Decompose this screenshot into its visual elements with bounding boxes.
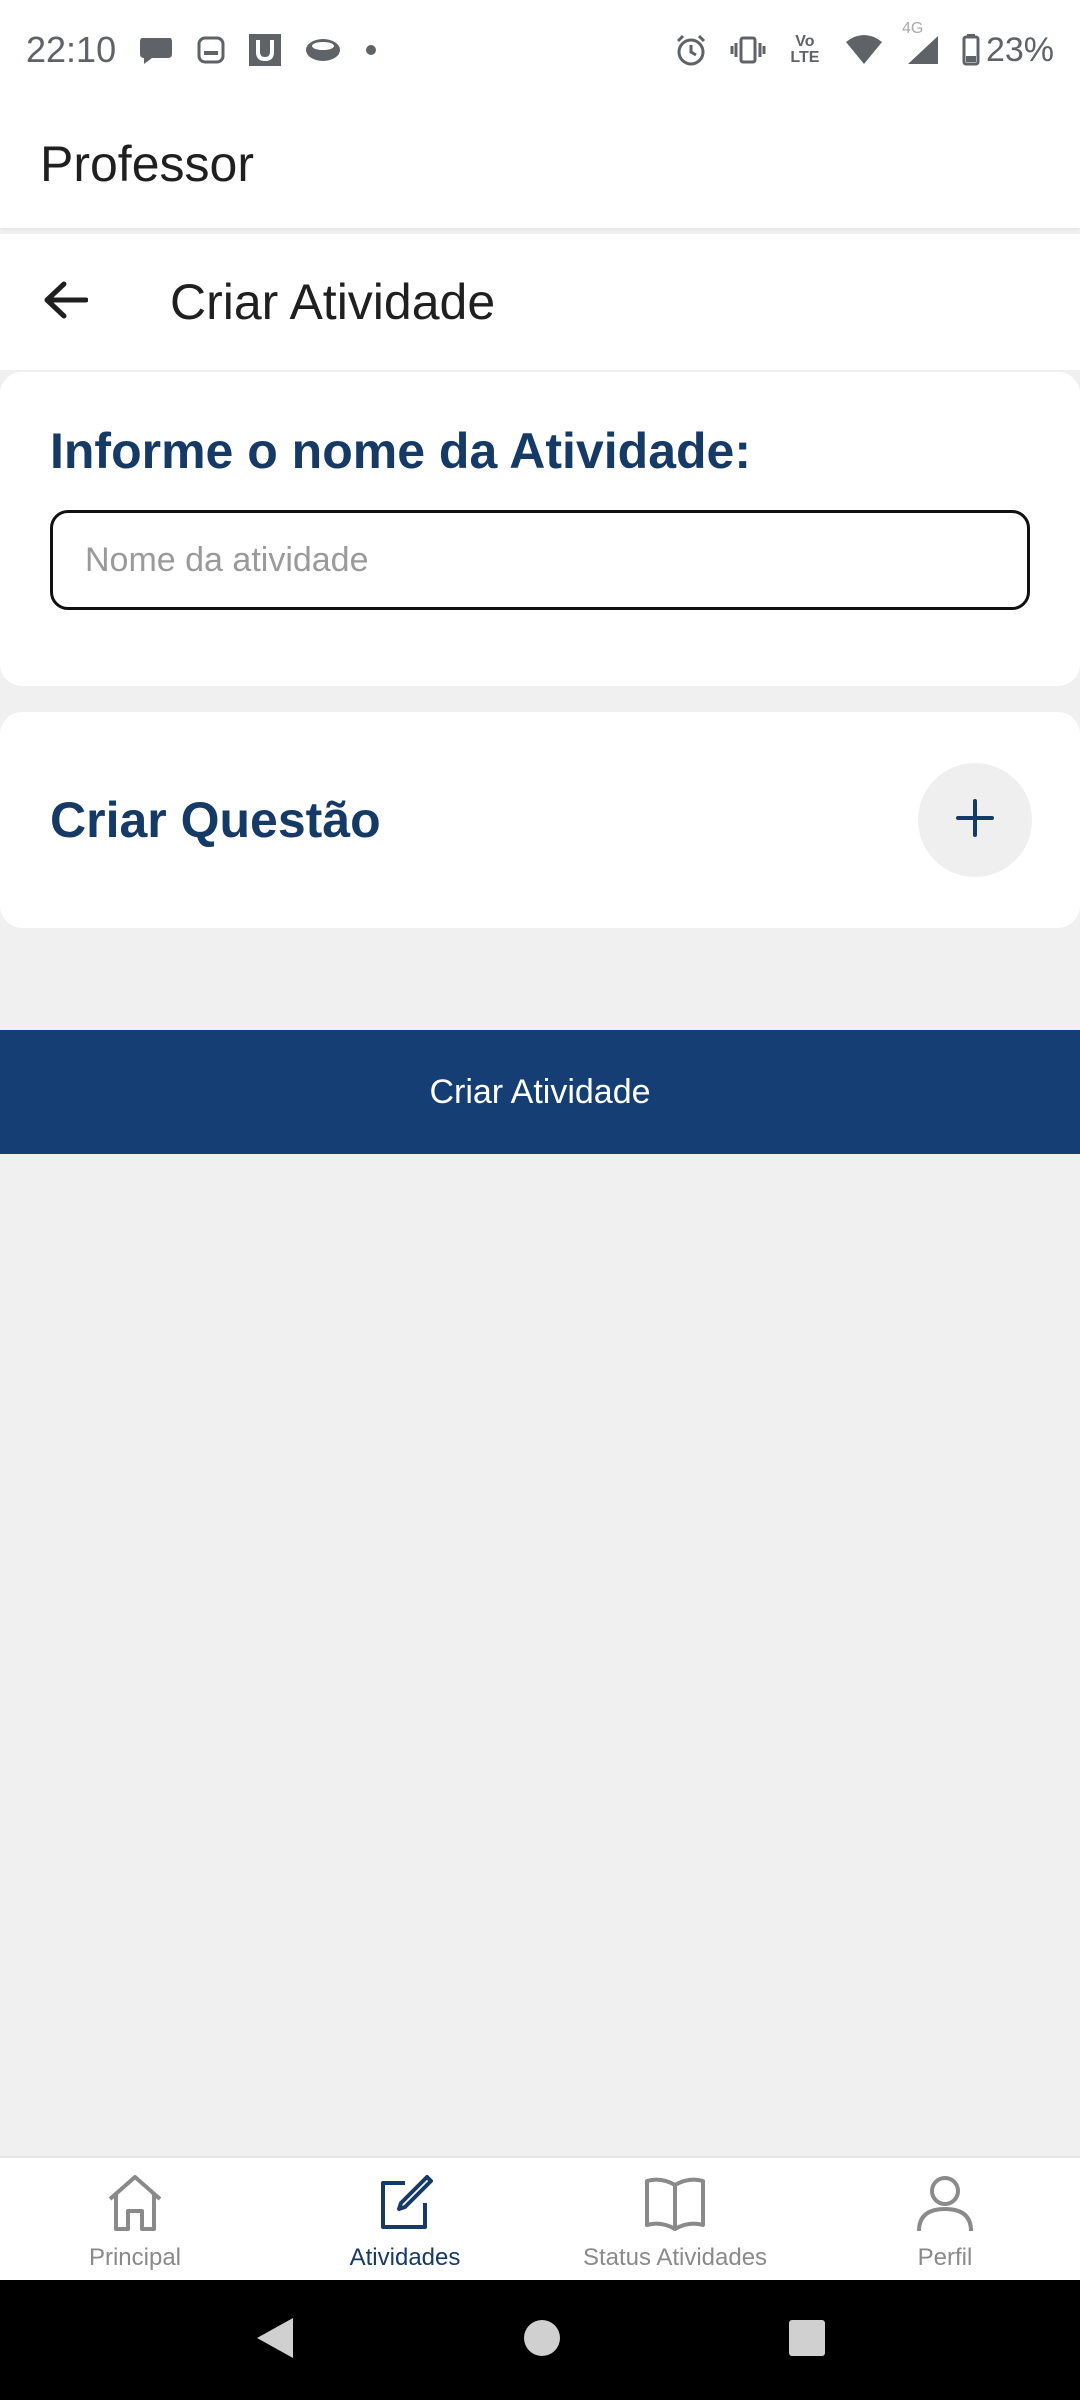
page-header: Criar Atividade <box>0 234 1080 370</box>
battery-icon <box>962 34 980 66</box>
nav-item-perfil[interactable]: Perfil <box>810 2158 1080 2280</box>
nav-label-principal: Principal <box>88 2244 182 2271</box>
app-bar: Professor <box>0 100 1080 228</box>
bottom-navigation: Principal Atividades Status Atividades P… <box>0 2156 1080 2280</box>
edit-icon <box>375 2168 435 2238</box>
app-title: Professor <box>40 136 254 192</box>
nav-label-atividades: Atividades <box>349 2244 461 2271</box>
u-app-icon <box>248 33 282 67</box>
nav-item-atividades[interactable]: Atividades <box>270 2158 540 2280</box>
arrow-left-icon <box>42 280 89 325</box>
signal-4g-icon: 4G <box>902 20 940 66</box>
create-question-label: Criar Questão <box>50 792 381 848</box>
status-time: 22:10 <box>26 29 117 70</box>
page-title: Criar Atividade <box>170 274 496 330</box>
status-bar: 22:10 Vo LTE 4G 23% <box>0 0 1080 100</box>
network-label: 4G <box>901 20 924 37</box>
system-back-button[interactable] <box>253 2314 297 2367</box>
nav-label-status-atividades: Status Atividades <box>582 2244 768 2271</box>
system-home-button[interactable] <box>522 2318 562 2363</box>
chat-bubble-icon <box>138 34 174 66</box>
create-question-card: Criar Questão <box>0 712 1080 928</box>
status-bar-right: Vo LTE 4G 23% <box>674 20 1054 70</box>
plus-icon <box>955 798 995 843</box>
back-button[interactable] <box>0 234 130 370</box>
screen: 22:10 Vo LTE 4G 23% Professor Criar Ativ… <box>0 0 1080 2400</box>
eye-app-icon <box>304 36 342 64</box>
home-icon <box>104 2168 166 2238</box>
nav-item-status-atividades[interactable]: Status Atividades <box>540 2158 810 2280</box>
book-icon <box>643 2168 707 2238</box>
activity-name-input[interactable] <box>50 510 1030 610</box>
alarm-icon <box>674 33 708 67</box>
add-question-button[interactable] <box>918 763 1032 877</box>
volte-icon: Vo LTE <box>790 33 820 66</box>
wifi-icon <box>844 34 884 66</box>
message-square-icon <box>196 35 226 65</box>
user-icon <box>915 2168 975 2238</box>
nav-label-perfil: Perfil <box>917 2244 973 2271</box>
battery-level: 23% <box>985 30 1054 69</box>
dot-icon <box>364 43 378 57</box>
activity-name-label: Informe o nome da Atividade: <box>50 423 752 479</box>
activity-name-card: Informe o nome da Atividade: <box>0 372 1080 686</box>
vibrate-icon <box>730 35 766 65</box>
nav-item-principal[interactable]: Principal <box>0 2158 270 2280</box>
status-bar-left: 22:10 <box>26 29 378 71</box>
create-activity-button[interactable]: Criar Atividade <box>0 1030 1080 1154</box>
system-recents-button[interactable] <box>787 2318 827 2363</box>
system-navigation-bar <box>0 2280 1080 2400</box>
